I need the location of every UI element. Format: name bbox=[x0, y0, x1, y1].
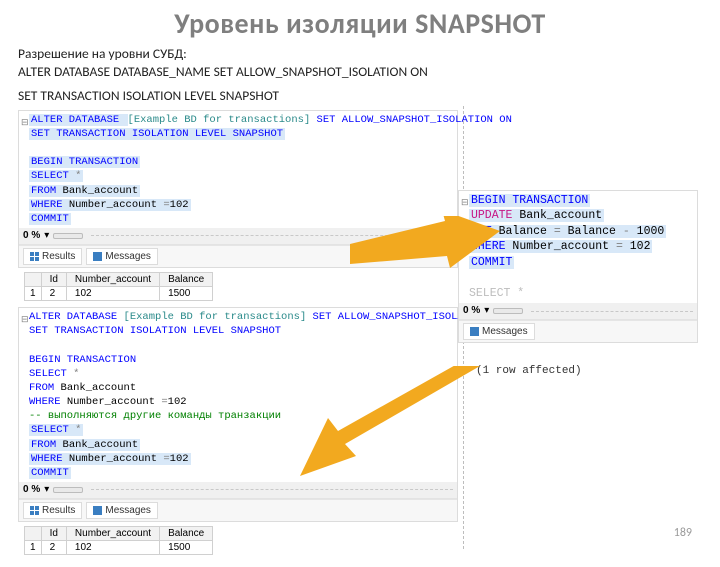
right-code-panel: ⊟ BEGIN TRANSACTION UPDATE Bank_account … bbox=[458, 190, 698, 344]
intro-line2: ALTER DATABASE DATABASE_NAME SET ALLOW_S… bbox=[18, 63, 720, 81]
row-affected-message: (1 row affected) bbox=[458, 347, 698, 377]
tab-results[interactable]: Results bbox=[23, 502, 82, 520]
page-number: 189 bbox=[674, 526, 692, 540]
message-icon bbox=[93, 506, 102, 515]
status-bar-1: 0 % ▾ bbox=[19, 228, 457, 245]
slide-title: Уровень изоляции SNAPSHOT bbox=[0, 6, 720, 41]
tab-messages[interactable]: Messages bbox=[86, 502, 158, 520]
left-code-panel-1: ⊟ ALTER DATABASE [Example BD for transac… bbox=[18, 110, 458, 268]
message-icon bbox=[470, 327, 479, 336]
result-table-2: IdNumber_accountBalance 121021500 bbox=[24, 526, 213, 555]
intro-line3: SET TRANSACTION ISOLATION LEVEL SNAPSHOT bbox=[18, 87, 720, 105]
grid-icon bbox=[30, 252, 39, 261]
message-icon bbox=[93, 252, 102, 261]
status-bar-r: 0 % ▾ bbox=[459, 303, 697, 320]
left-code-panel-2: ⊟ ALTER DATABASE [Example BD for transac… bbox=[18, 307, 458, 522]
status-bar-2: 0 % ▾ bbox=[19, 482, 457, 499]
result-tabs-r: Messages bbox=[459, 320, 697, 343]
tab-messages[interactable]: Messages bbox=[463, 323, 535, 341]
tab-messages[interactable]: Messages bbox=[86, 248, 158, 266]
intro-block: Разрешение на уровни СУБД: ALTER DATABAS… bbox=[18, 45, 720, 106]
grid-icon bbox=[30, 506, 39, 515]
result-table-1: IdNumber_accountBalance 121021500 bbox=[24, 272, 213, 301]
intro-line1: Разрешение на уровни СУБД: bbox=[18, 45, 720, 63]
tab-results[interactable]: Results bbox=[23, 248, 82, 266]
result-tabs-1: Results Messages bbox=[19, 245, 457, 268]
result-tabs-2: Results Messages bbox=[19, 499, 457, 522]
